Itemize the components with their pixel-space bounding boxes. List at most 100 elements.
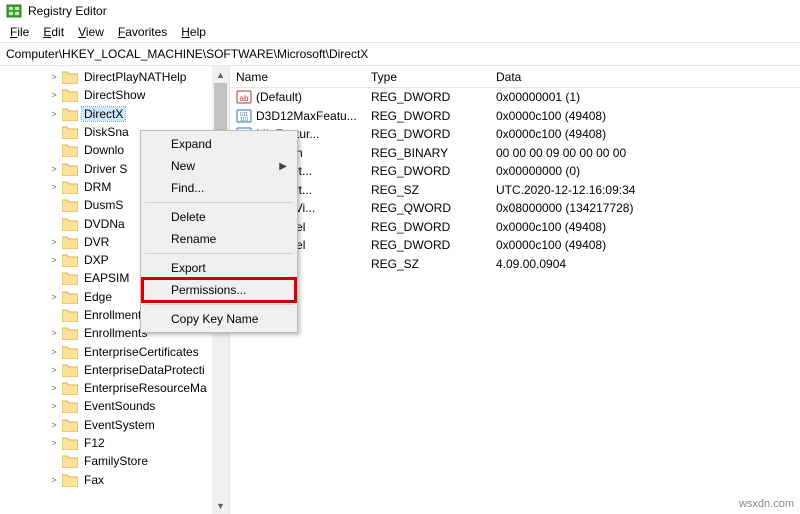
cell-type: REG_DWORD (365, 109, 490, 123)
folder-icon (62, 125, 78, 139)
expand-icon[interactable]: > (48, 237, 60, 247)
expand-icon[interactable]: > (48, 255, 60, 265)
folder-icon (62, 271, 78, 285)
ctx-find[interactable]: Find... (143, 177, 295, 199)
list-row[interactable]: abREG_SZ4.09.00.0904 (230, 255, 800, 274)
list-body[interactable]: ab(Default)REG_DWORD0x00000001 (1)011110… (230, 88, 800, 273)
menu-favorites[interactable]: Favorites (112, 23, 173, 41)
cell-data: 0x0000c100 (49408) (490, 109, 800, 123)
expand-icon[interactable]: > (48, 475, 60, 485)
list-row[interactable]: 011110 D3D12MaxFeatu... REG_DWORD0x0000c10… (230, 107, 800, 126)
expand-icon[interactable]: > (48, 401, 60, 411)
ctx-delete[interactable]: Delete (143, 206, 295, 228)
ctx-permissions[interactable]: Permissions... (143, 279, 295, 301)
folder-icon (62, 180, 78, 194)
expand-icon[interactable]: > (48, 420, 60, 430)
list-row[interactable]: 011110tureLevelREG_DWORD0x0000c100 (4940… (230, 218, 800, 237)
tree-node-label: DVR (82, 235, 111, 249)
ctx-export[interactable]: Export (143, 257, 295, 279)
tree-node-label: DiskSna (82, 125, 131, 139)
scroll-down-icon[interactable]: ▼ (212, 497, 229, 514)
menu-help[interactable]: Help (175, 23, 212, 41)
expand-icon[interactable]: > (48, 328, 60, 338)
tree-node-label: DRM (82, 180, 113, 194)
folder-icon (62, 88, 78, 102)
chevron-right-icon: ▶ (279, 161, 287, 172)
ctx-separator (145, 253, 293, 254)
folder-icon (62, 235, 78, 249)
cell-name: ab (Default) (230, 89, 365, 105)
list-row[interactable]: abaterStart...REG_SZUTC.2020-12-12.16:09… (230, 181, 800, 200)
svg-text:110: 110 (240, 117, 248, 123)
tree-node-label: EventSystem (82, 418, 157, 432)
tree-node-label: DVDNa (82, 217, 127, 231)
address-text: Computer\HKEY_LOCAL_MACHINE\SOFTWARE\Mic… (6, 47, 368, 61)
column-type[interactable]: Type (365, 70, 490, 84)
value-name: D3D12MaxFeatu... (256, 109, 357, 123)
list-row[interactable]: ab(Default)REG_DWORD0x00000001 (1) (230, 88, 800, 107)
tree-node[interactable]: > EventSystem (0, 416, 229, 434)
menu-view[interactable]: View (72, 23, 110, 41)
ctx-new[interactable]: New▶ (143, 155, 295, 177)
column-name[interactable]: Name (230, 70, 365, 84)
list-row[interactable]: 011110aterStart...REG_DWORD0x00000000 (0… (230, 162, 800, 181)
ctx-expand[interactable]: Expand (143, 133, 295, 155)
tree-node[interactable]: >EnterpriseResourceMa (0, 379, 229, 397)
value-name: (Default) (256, 90, 302, 104)
cell-type: REG_SZ (365, 257, 490, 271)
list-header: Name Type Data (230, 66, 800, 88)
expand-icon[interactable]: > (48, 164, 60, 174)
list-row[interactable]: 011110dVersionREG_BINARY00 00 00 09 00 0… (230, 144, 800, 163)
context-menu: Expand New▶ Find... Delete Rename Export… (140, 130, 298, 333)
tree-node[interactable]: >EventSounds (0, 397, 229, 415)
cell-data: 0x0000c100 (49408) (490, 238, 800, 252)
list-row[interactable]: 011110dicatedVi...REG_QWORD0x08000000 (1… (230, 199, 800, 218)
folder-icon (62, 381, 78, 395)
folder-icon (62, 253, 78, 267)
cell-type: REG_SZ (365, 183, 490, 197)
cell-type: REG_DWORD (365, 127, 490, 141)
tree-node[interactable]: >DirectPlayNATHelp (0, 68, 229, 86)
folder-icon (62, 290, 78, 304)
cell-data: 0x0000c100 (49408) (490, 220, 800, 234)
folder-icon (62, 162, 78, 176)
tree-node[interactable]: >EnterpriseDataProtecti (0, 361, 229, 379)
expand-icon[interactable]: > (48, 72, 60, 82)
tree-node[interactable]: > EnterpriseCertificates (0, 342, 229, 360)
menu-edit[interactable]: Edit (37, 23, 70, 41)
tree-node[interactable]: >F12 (0, 434, 229, 452)
folder-icon (62, 217, 78, 231)
column-data[interactable]: Data (490, 70, 800, 84)
ctx-rename[interactable]: Rename (143, 228, 295, 250)
list-row[interactable]: 011110MinFeatur...REG_DWORD0x0000c100 (4… (230, 125, 800, 144)
folder-icon (62, 454, 78, 468)
tree-node[interactable]: > Fax (0, 471, 229, 489)
address-bar[interactable]: Computer\HKEY_LOCAL_MACHINE\SOFTWARE\Mic… (0, 42, 800, 66)
ctx-copy-key-name[interactable]: Copy Key Name (143, 308, 295, 330)
expand-icon[interactable]: > (48, 292, 60, 302)
menu-file[interactable]: File (4, 23, 35, 41)
watermark: wsxdn.com (739, 498, 794, 510)
expand-icon[interactable]: > (48, 109, 60, 119)
expand-icon[interactable]: > (48, 438, 60, 448)
tree-node-label: Fax (82, 473, 106, 487)
svg-text:ab: ab (240, 94, 249, 103)
expand-icon[interactable]: > (48, 182, 60, 192)
tree-node[interactable]: >DirectX (0, 105, 229, 123)
binary-value-icon: 011110 (236, 108, 252, 124)
expand-icon[interactable]: > (48, 90, 60, 100)
tree-node-label: EnterpriseCertificates (82, 345, 201, 359)
tree-node-label: Enrollment (82, 308, 143, 322)
window-title: Registry Editor (28, 4, 107, 18)
scroll-up-icon[interactable]: ▲ (212, 66, 229, 83)
tree-node[interactable]: FamilyStore (0, 452, 229, 470)
folder-icon (62, 399, 78, 413)
expand-icon[interactable]: > (48, 365, 60, 375)
cell-data: 0x08000000 (134217728) (490, 201, 800, 215)
expand-icon[interactable]: > (48, 347, 60, 357)
tree-node[interactable]: >DirectShow (0, 86, 229, 104)
expand-icon[interactable]: > (48, 383, 60, 393)
list-pane: Name Type Data ab(Default)REG_DWORD0x000… (230, 66, 800, 514)
cell-data: 00 00 00 09 00 00 00 00 (490, 146, 800, 160)
list-row[interactable]: 011110tureLevelREG_DWORD0x0000c100 (4940… (230, 236, 800, 255)
